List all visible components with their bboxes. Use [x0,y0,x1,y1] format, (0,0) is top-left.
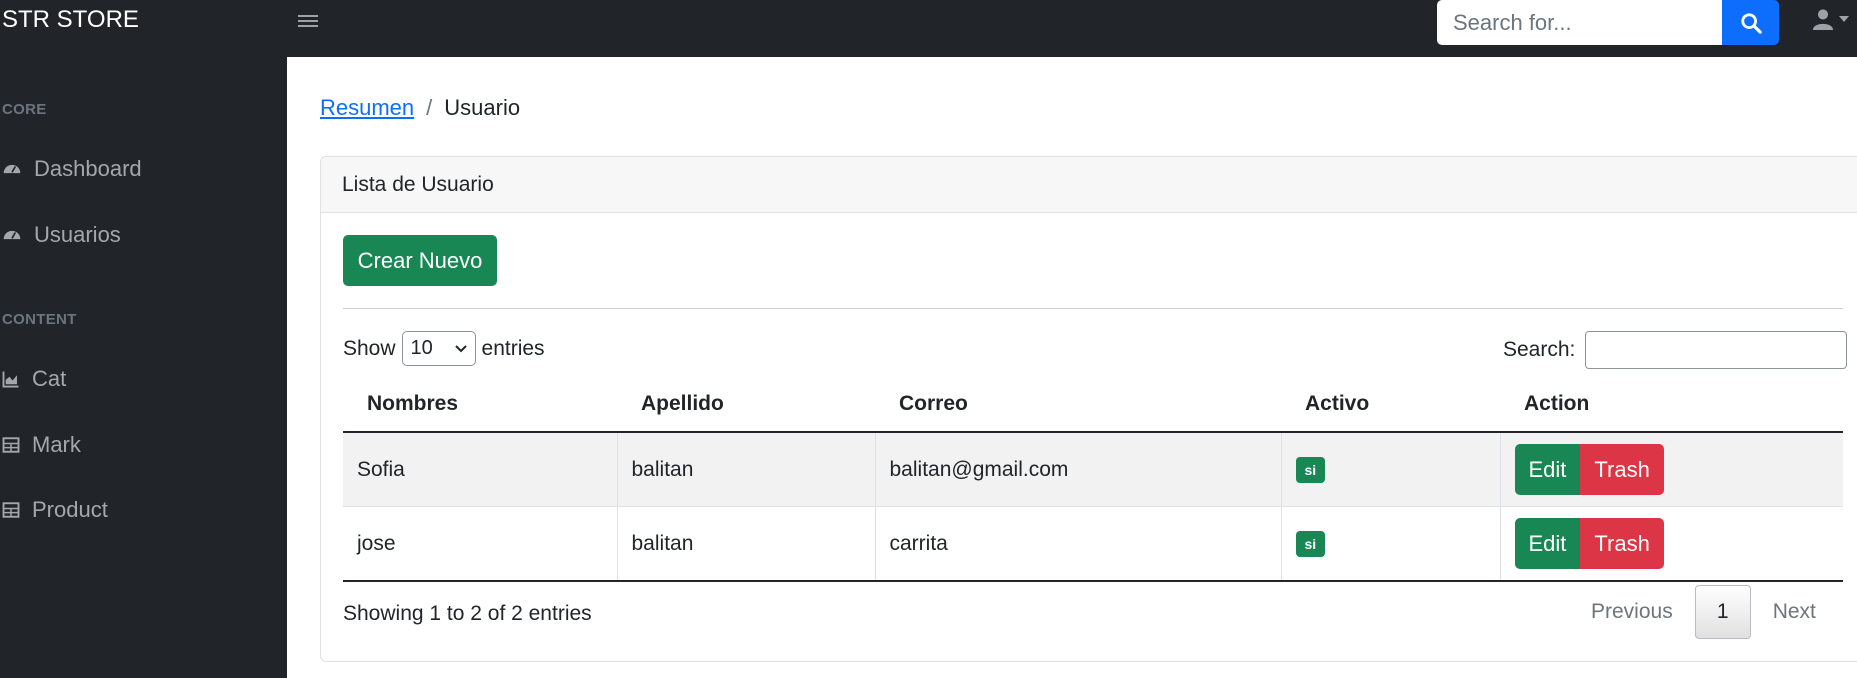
chart-area-icon [2,371,19,388]
top-search-input[interactable] [1437,0,1722,45]
show-label: Show [343,336,396,360]
breadcrumb-separator: / [426,95,433,120]
page-length-select[interactable]: 10 [401,331,476,366]
search-icon [1740,12,1762,34]
pagination: Previous 1 Next [1569,585,1838,639]
user-menu[interactable] [1812,8,1850,30]
cell-activo: si [1280,432,1500,507]
tachometer-icon [3,230,21,240]
next-button[interactable]: Next [1751,600,1838,624]
card-title: Lista de Usuario [321,157,1857,213]
previous-button[interactable]: Previous [1569,600,1695,624]
entries-label: entries [481,336,545,360]
cell-correo: balitan@gmail.com [874,432,1281,507]
brand-title[interactable]: STR STORE [2,6,139,34]
column-header-action: Action [1500,377,1843,433]
sidebar: CORE Dashboard Usuarios CONTENT Cat Mark [0,57,287,678]
column-header-nombres[interactable]: Nombres [343,377,617,433]
cell-activo: si [1280,506,1500,582]
table-info: Showing 1 to 2 of 2 entries [343,602,592,625]
cell-apellido: balitan [616,432,875,507]
users-table: Nombres Apellido Correo Activo Action So… [343,377,1843,582]
sidebar-item-label: Cat [32,366,67,391]
table-search-label: Search: [1503,338,1576,361]
edit-button[interactable]: Edit [1514,444,1581,495]
page-length-control: Show 10 entries [343,331,545,366]
sidebar-item-dashboard[interactable]: Dashboard [2,156,142,182]
table-search-input[interactable] [1585,331,1848,369]
cell-nombres: Sofia [343,432,617,507]
cell-action: Edit Trash [1499,432,1843,507]
divider [343,308,1843,309]
cell-nombres: jose [343,506,617,582]
top-search-button[interactable] [1722,0,1779,45]
sidebar-heading-content: CONTENT [2,311,77,328]
column-header-correo[interactable]: Correo [875,377,1281,433]
breadcrumb-current: Usuario [444,95,521,120]
breadcrumb: Resumen / Usuario [320,95,520,121]
sidebar-heading-core: CORE [2,101,47,118]
page-length-value: 10 [410,337,433,359]
cell-correo: carrita [874,506,1281,582]
caret-down-icon [1839,16,1849,22]
sidebar-item-label: Usuarios [34,222,121,247]
chevron-down-icon [454,344,467,352]
sidebar-item-label: Mark [32,432,81,457]
table-header-row: Nombres Apellido Correo Activo Action [343,377,1843,433]
sidebar-item-mark[interactable]: Mark [2,432,81,458]
tachometer-icon [3,164,21,174]
table-icon [2,502,20,518]
trash-button[interactable]: Trash [1580,444,1664,495]
page-button-current[interactable]: 1 [1694,585,1751,639]
sidebar-item-product[interactable]: Product [2,497,108,523]
sidebar-item-usuarios[interactable]: Usuarios [2,222,121,248]
sidebar-item-cat[interactable]: Cat [2,366,66,392]
status-badge: si [1295,456,1326,483]
cell-apellido: balitan [616,506,875,582]
user-list-card: Lista de Usuario Crear Nuevo Show 10 ent… [320,156,1857,662]
sidebar-item-label: Product [32,497,108,522]
breadcrumb-link-resumen[interactable]: Resumen [320,95,414,121]
table-search: Search: [1503,331,1848,369]
cell-action: Edit Trash [1499,506,1843,582]
edit-button[interactable]: Edit [1514,518,1581,569]
user-icon [1812,9,1834,30]
table-icon [2,437,20,453]
sidebar-toggle-icon[interactable] [298,12,318,30]
column-header-activo[interactable]: Activo [1281,377,1500,433]
status-badge: si [1295,530,1326,557]
column-header-apellido[interactable]: Apellido [617,377,875,433]
table-row: Sofia balitan balitan@gmail.com si Edit T… [343,432,1843,507]
trash-button[interactable]: Trash [1580,518,1664,569]
top-navbar: STR STORE [0,0,1857,57]
sidebar-item-label: Dashboard [34,156,142,181]
table-row: jose balitan carrita si Edit Trash [343,506,1843,582]
top-search [1437,0,1779,45]
create-new-button[interactable]: Crear Nuevo [343,235,497,286]
